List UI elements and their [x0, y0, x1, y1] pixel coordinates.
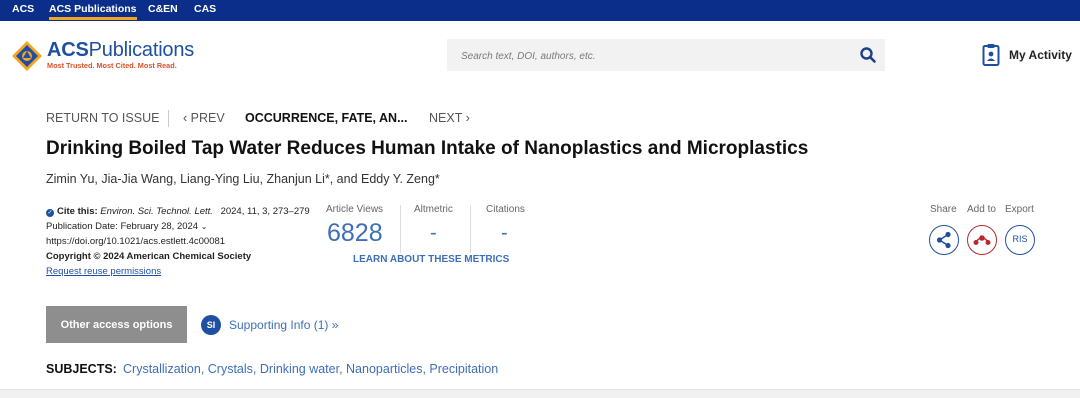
doi-link[interactable]: https://doi.org/10.1021/acs.estlett.4c00… [46, 234, 316, 249]
topbar-link-cen[interactable]: C&EN [148, 3, 178, 15]
topbar-link-acs[interactable]: ACS [12, 3, 34, 15]
add-to-button[interactable] [967, 225, 997, 255]
add-to-label: Add to [967, 204, 996, 215]
top-bar: ACS ACS Publications C&EN CAS [0, 0, 1080, 21]
learn-about-metrics-link[interactable]: LEARN ABOUT THESE METRICS [353, 254, 509, 265]
share-button[interactable] [929, 225, 959, 255]
logo-brand-suffix: Publications [88, 39, 195, 61]
subjects-label: SUBJECTS: [46, 362, 117, 376]
logo-brand: ACS [47, 39, 89, 61]
logo-wordmark[interactable]: ACSPublications [47, 39, 194, 62]
current-section-label[interactable]: OCCURRENCE, FATE, AN... [245, 111, 408, 125]
subject-link[interactable]: Crystallization [123, 362, 201, 376]
search-input[interactable] [459, 39, 843, 73]
search-bar [447, 39, 885, 73]
metric-divider [400, 205, 401, 253]
subject-link[interactable]: Crystals [208, 362, 253, 376]
cite-journal: Environ. Sci. Technol. Lett. [100, 206, 213, 217]
publication-date-text: Publication Date: February 28, 2024 [46, 221, 199, 232]
supporting-info-link[interactable]: Supporting Info (1) » [229, 318, 338, 332]
citations-label: Citations [486, 204, 525, 215]
topbar-link-cas[interactable]: CAS [194, 3, 216, 15]
cite-label[interactable]: Cite this: [57, 206, 98, 217]
article-title: Drinking Boiled Tap Water Reduces Human … [46, 138, 809, 159]
article-views-value: 6828 [327, 219, 383, 247]
export-ris-label: RIS [1012, 234, 1028, 244]
check-icon: ✓ [46, 209, 54, 217]
publication-date[interactable]: Publication Date: February 28, 2024 ⌄ [46, 219, 316, 234]
export-ris-button[interactable]: RIS [1005, 225, 1035, 255]
subjects-list: Crystallization, Crystals, Drinking wate… [123, 362, 499, 376]
return-to-issue-link[interactable]: RETURN TO ISSUE [46, 111, 159, 125]
share-label: Share [930, 204, 957, 215]
cite-line: ✓ Cite this: Environ. Sci. Technol. Lett.… [46, 204, 316, 219]
mendeley-icon [973, 234, 990, 245]
my-activity-icon [982, 44, 1000, 66]
copyright-text: Copyright © 2024 American Chemical Socie… [46, 251, 252, 262]
article-views-label: Article Views [326, 204, 384, 215]
next-article-link[interactable]: NEXT › [429, 111, 470, 125]
share-icon [936, 231, 951, 248]
chevron-down-icon: ⌄ [200, 222, 208, 231]
article-authors[interactable]: Zimin Yu, Jia-Jia Wang, Liang-Ying Liu, … [46, 172, 440, 186]
cite-reference: 2024, 11, 3, 273–279 [220, 206, 310, 217]
logo-tagline: Most Trusted. Most Cited. Most Read. [47, 61, 177, 70]
citations-value[interactable]: - [501, 222, 508, 245]
prev-article-link[interactable]: ‹ PREV [183, 111, 225, 125]
altmetric-value[interactable]: - [430, 222, 437, 245]
metric-divider [470, 205, 471, 253]
acs-logo-icon[interactable] [11, 40, 43, 72]
supporting-info-icon[interactable]: SI [201, 315, 221, 335]
subject-link[interactable]: Nanoparticles [346, 362, 422, 376]
my-activity-label: My Activity [1009, 48, 1072, 62]
topbar-link-acs-publications[interactable]: ACS Publications [49, 3, 137, 20]
search-icon[interactable] [859, 46, 877, 64]
nav-divider [168, 110, 169, 127]
request-reuse-link[interactable]: Request reuse permissions [46, 266, 161, 277]
altmetric-label: Altmetric [414, 204, 453, 215]
other-access-options-button[interactable]: Other access options [46, 306, 187, 343]
citation-block: ✓ Cite this: Environ. Sci. Technol. Lett.… [46, 204, 316, 279]
subject-link[interactable]: Precipitation [429, 362, 498, 376]
export-label: Export [1005, 204, 1034, 215]
subject-link[interactable]: Drinking water [260, 362, 339, 376]
